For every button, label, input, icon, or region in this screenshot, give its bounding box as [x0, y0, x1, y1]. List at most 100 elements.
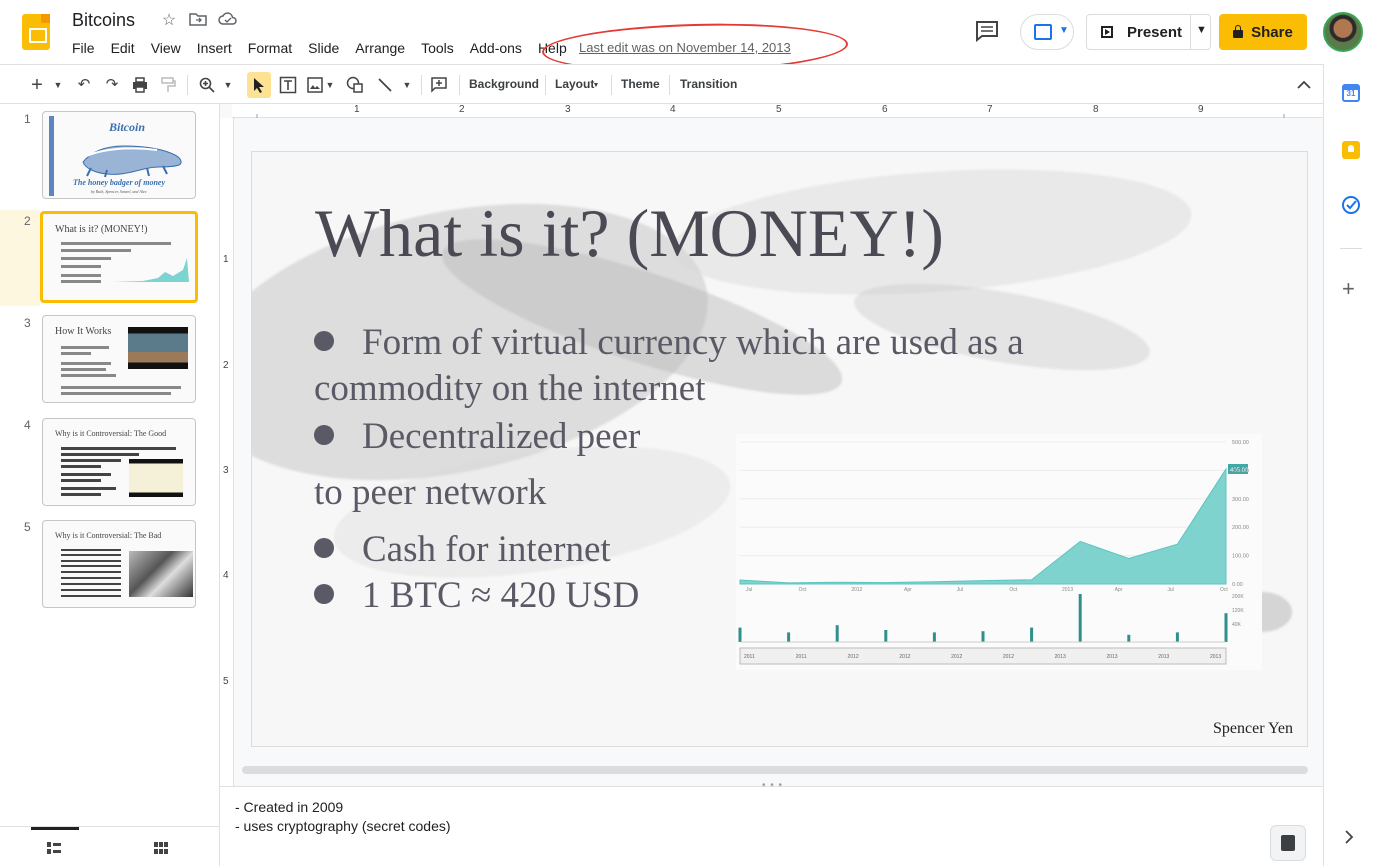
thumb-text-line — [61, 352, 91, 355]
volume-bar — [787, 632, 791, 642]
month-axis-label: Jul — [1167, 587, 1173, 593]
horizontal-ruler[interactable]: 1 2 3 4 5 6 7 8 9 — [232, 104, 1323, 118]
menu-format[interactable]: Format — [240, 38, 300, 58]
price-axis-label: 0.00 — [1232, 582, 1243, 588]
ruler-mark: 4 — [223, 570, 229, 581]
calendar-icon[interactable]: 31 — [1342, 84, 1360, 102]
thumb-text-line — [61, 549, 121, 551]
thumb-text-line — [61, 280, 101, 283]
thumb-chart — [113, 258, 189, 282]
menu-view[interactable]: View — [143, 38, 189, 58]
vertical-ruler[interactable]: 1 2 3 4 5 — [220, 118, 234, 786]
theme-button[interactable]: Theme — [621, 77, 660, 91]
bitcoin-price-chart[interactable]: 405.00 500.00 400.00 300.00 200.00 100.00 0.0… — [736, 434, 1262, 670]
thumb-text-line — [61, 362, 111, 365]
document-title[interactable]: Bitcoins — [72, 10, 135, 31]
background-button[interactable]: Background — [469, 77, 539, 91]
tasks-icon[interactable] — [1342, 196, 1360, 214]
toolbar: + ▼ ↶ ↷ ▼ ▼ ▼ Background Layout ▼ Theme … — [0, 64, 1323, 104]
transition-button[interactable]: Transition — [680, 77, 737, 91]
insert-image-icon[interactable] — [305, 72, 325, 98]
month-axis-label: Jul — [957, 587, 963, 593]
share-button[interactable]: Share — [1219, 14, 1307, 50]
new-slide-layout-chevron-icon[interactable]: ▼ — [52, 72, 64, 98]
bullet-text: Form of virtual currency which are used … — [362, 322, 1024, 363]
thumb-text-line — [61, 554, 121, 556]
slide-thumbnail-1[interactable]: Bitcoin The honey badger of money by Rut… — [42, 111, 196, 199]
slide-thumbnail-5[interactable]: Why is it Controversial: The Bad — [42, 520, 196, 608]
print-icon[interactable] — [130, 72, 150, 98]
undo-icon[interactable]: ↶ — [74, 72, 94, 98]
star-icon[interactable]: ☆ — [159, 11, 179, 31]
thumb-title: Bitcoin — [109, 120, 146, 134]
thumb-text-line — [61, 571, 121, 573]
add-comment-icon[interactable] — [428, 72, 450, 98]
bullet-item: Cash for internet — [314, 527, 611, 573]
divider — [1190, 15, 1191, 49]
slides-logo-icon[interactable] — [22, 14, 50, 50]
toolbar-divider — [421, 75, 422, 95]
layout-button[interactable]: Layout — [555, 77, 594, 91]
redo-icon[interactable]: ↷ — [102, 72, 122, 98]
toolbar-divider — [545, 75, 546, 95]
present-button[interactable]: Present ▼ — [1086, 14, 1211, 50]
bullet-dot — [314, 425, 334, 445]
zoom-icon[interactable] — [196, 72, 218, 98]
assist-sparkle-button[interactable] — [1270, 825, 1306, 861]
expand-panel-chevron-icon[interactable] — [1344, 830, 1354, 849]
menu-addons[interactable]: Add-ons — [462, 38, 530, 58]
navigator-year-label: 2011 — [796, 654, 807, 660]
menu-edit[interactable]: Edit — [103, 38, 143, 58]
horizontal-scrollbar[interactable] — [242, 766, 1308, 774]
slide-thumbnail-4[interactable]: Why is it Controversial: The Good — [42, 418, 196, 506]
thumb-text-line — [61, 374, 116, 377]
menu-tools[interactable]: Tools — [413, 38, 462, 58]
present-to-meeting-button[interactable]: ▼ — [1020, 14, 1074, 50]
paint-format-icon[interactable] — [158, 72, 178, 98]
move-folder-icon[interactable] — [188, 11, 208, 31]
menu-insert[interactable]: Insert — [189, 38, 240, 58]
slide-number: 3 — [24, 316, 31, 330]
slide-title[interactable]: What is it? (MONEY!) — [315, 194, 944, 273]
thumb-title: How It Works — [55, 326, 112, 337]
present-options-chevron-icon[interactable]: ▼ — [1196, 24, 1207, 36]
menu-arrange[interactable]: Arrange — [347, 38, 413, 58]
text-box-icon[interactable] — [277, 72, 299, 98]
thumb-text-line — [61, 459, 121, 462]
filmstrip-view-icon[interactable] — [47, 841, 61, 854]
menu-file[interactable]: File — [64, 38, 103, 58]
slide-thumbnail-3[interactable]: How It Works — [42, 315, 196, 403]
new-slide-icon[interactable]: + — [26, 72, 48, 98]
last-edit-link[interactable]: Last edit was on November 14, 2013 — [579, 40, 791, 55]
thumb-text-line — [61, 583, 121, 585]
slide-thumbnail-2[interactable]: What is it? (MONEY!) — [40, 211, 198, 303]
avatar[interactable] — [1323, 12, 1363, 52]
speaker-notes[interactable]: - Created in 2009 - uses cryptography (s… — [220, 786, 1323, 866]
select-cursor-icon[interactable] — [247, 72, 271, 98]
keep-icon[interactable] — [1342, 141, 1360, 159]
thumb-text-line — [61, 346, 109, 349]
thumb-text-line — [61, 453, 139, 456]
zoom-chevron-icon[interactable]: ▼ — [222, 72, 234, 98]
add-addon-icon[interactable]: + — [1342, 278, 1355, 300]
menu-help[interactable]: Help — [530, 38, 575, 58]
cloud-saved-icon[interactable] — [218, 11, 238, 31]
slide-number: 1 — [24, 112, 31, 126]
slide-author[interactable]: Spencer Yen — [1213, 720, 1293, 738]
line-chevron-icon[interactable]: ▼ — [401, 72, 413, 98]
line-icon[interactable] — [374, 72, 396, 98]
volume-bar — [1175, 632, 1179, 642]
slide-canvas[interactable]: What is it? (MONEY!) Form of virtual cur… — [251, 151, 1308, 747]
grid-view-icon[interactable] — [154, 841, 168, 854]
image-chevron-icon[interactable]: ▼ — [324, 72, 336, 98]
menu-slide[interactable]: Slide — [300, 38, 347, 58]
navigator-year-label: 2013 — [1055, 654, 1066, 660]
filmstrip-view-bar — [0, 826, 220, 866]
collapse-toolbar-chevron-up-icon[interactable] — [1294, 72, 1314, 98]
volume-bar — [835, 625, 839, 642]
thumb-image — [129, 551, 193, 597]
layout-chevron-icon[interactable]: ▼ — [591, 73, 601, 99]
shape-icon[interactable] — [344, 72, 366, 98]
navigator-year-label: 2012 — [848, 654, 859, 660]
comments-icon[interactable] — [974, 20, 1002, 44]
